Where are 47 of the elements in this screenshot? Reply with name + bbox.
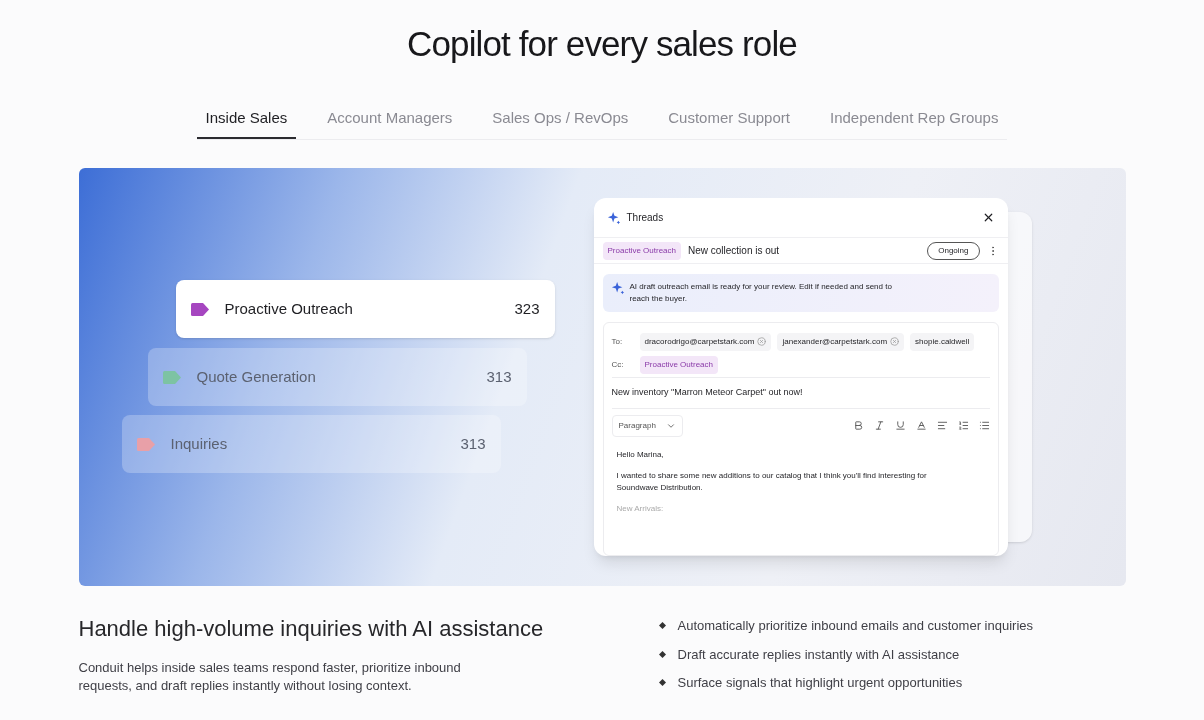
recipient-email: shopie.caldwell — [915, 335, 970, 348]
underline-icon[interactable] — [894, 420, 906, 431]
category-card[interactable]: Proactive Outreach 323 — [175, 280, 555, 338]
cc-label: Cc: — [611, 358, 625, 371]
tab[interactable]: Independent Rep Groups — [820, 106, 1008, 139]
section-heading: Handle high-volume inquiries with AI assistance — [78, 615, 545, 643]
email-paragraph: Hello Marina, — [616, 448, 665, 461]
italic-icon[interactable] — [873, 420, 885, 431]
panel-title: Threads — [626, 211, 665, 225]
bullet-list-icon[interactable] — [978, 420, 990, 431]
category-name: Proactive Outreach — [224, 298, 354, 319]
recipient-email: dracorodrigo@carpetstark.com — [644, 335, 755, 348]
category-count: 313 — [460, 433, 486, 454]
tab[interactable]: Account Managers — [318, 106, 462, 139]
text-color-icon[interactable] — [915, 420, 927, 431]
category-name: Inquiries — [170, 433, 229, 454]
category-count: 313 — [486, 366, 512, 387]
diamond-bullet-icon — [658, 679, 666, 687]
format-dropdown[interactable]: Paragraph — [611, 414, 683, 437]
numbered-list-icon[interactable] — [957, 420, 969, 431]
category-card[interactable]: Quote Generation 313 — [147, 348, 527, 406]
cc-chip: Proactive Outreach — [639, 355, 718, 374]
feature-text: Automatically prioritize inbound emails and customer inquiries — [677, 617, 1033, 635]
section-description: Conduit helps inside sales teams respond faster, prioritize inbound requests, and draft replies instantly without losing context. — [78, 659, 462, 695]
feature-text: Surface signals that highlight urgent opportunities — [677, 674, 963, 692]
ai-notice-text: AI draft outreach email is ready for your review. Edit if needed and send to reach the buyer. — [629, 281, 893, 305]
email-subject: New inventory "Marron Meteor Carpet" out now! — [611, 378, 990, 409]
recipient-email: janexander@carpetstark.com — [782, 335, 888, 348]
page-title: Copilot for every sales role — [407, 23, 797, 65]
section-heading: New Arrivals: — [616, 502, 665, 515]
tab[interactable]: Customer Support — [659, 106, 799, 139]
tag-chip: Proactive Outreach — [602, 241, 681, 260]
sparkle-icon — [610, 281, 625, 295]
diamond-bullet-icon — [658, 650, 666, 658]
diamond-bullet-icon — [658, 622, 666, 630]
email-paragraph: I wanted to share some new additions to our catalog that I think you'll find interesting for Soundwave Distribution. — [616, 469, 928, 494]
thread-subject: New collection is out — [688, 244, 781, 258]
feature-text: Draft accurate replies instantly with AI assistance — [677, 645, 960, 664]
to-label: To: — [611, 335, 624, 348]
category-card[interactable]: Inquiries 313 — [121, 415, 501, 473]
tab[interactable]: Sales Ops / RevOps — [483, 106, 638, 139]
align-icon[interactable] — [936, 420, 948, 431]
sparkle-icon — [606, 210, 621, 225]
tab[interactable]: Inside Sales — [196, 106, 297, 139]
category-name: Quote Generation — [196, 366, 317, 387]
category-count: 323 — [514, 298, 540, 319]
bold-icon[interactable] — [852, 420, 864, 431]
